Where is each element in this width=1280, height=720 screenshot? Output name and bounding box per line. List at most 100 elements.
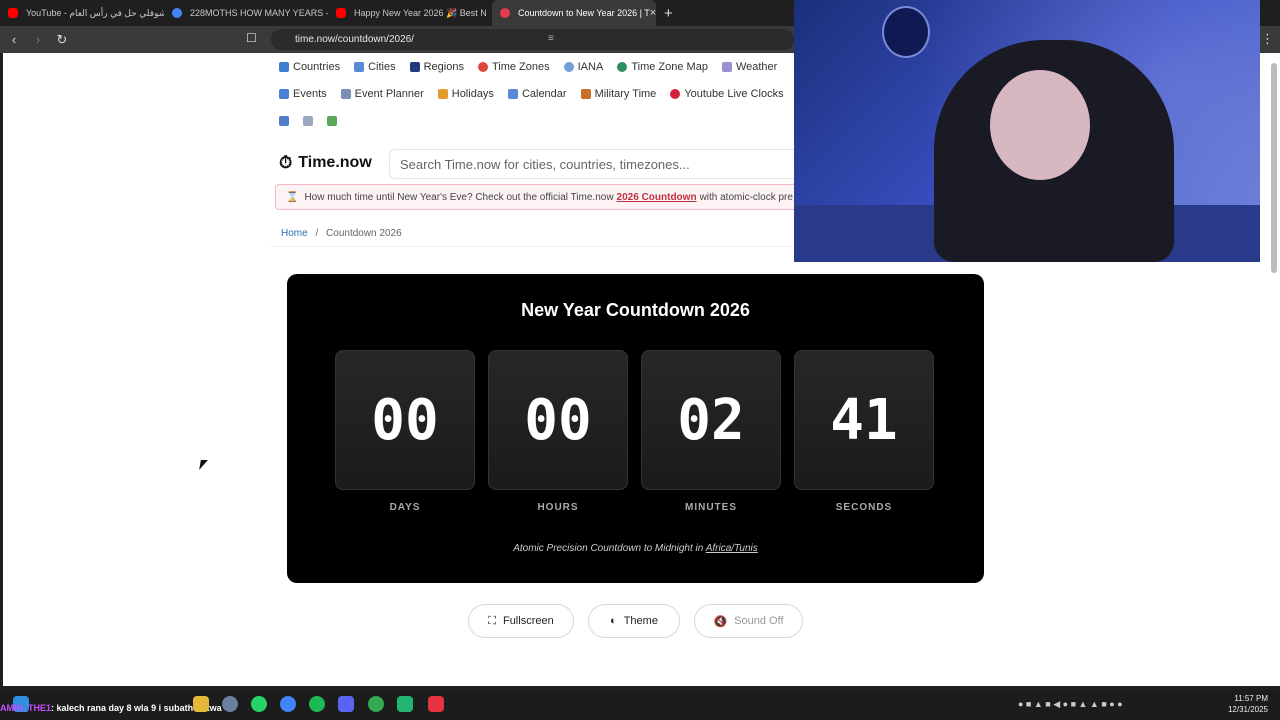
brand-logo[interactable]: ⏱ Time.now [279, 153, 372, 173]
site-nav: Countries Cities Regions Time Zones IANA… [271, 53, 801, 134]
fullscreen-label: Fullscreen [502, 615, 554, 627]
bookmark-icon[interactable]: ☐ [246, 31, 257, 45]
reload-icon[interactable]: ↻ [52, 32, 72, 48]
breadcrumb-current: Countdown 2026 [326, 228, 402, 239]
site-nav-row-3 [271, 107, 801, 134]
sound-button[interactable]: 🔇 Sound Off [694, 604, 803, 638]
nav-time-zone-map[interactable]: Time Zone Map [617, 61, 708, 73]
spotify-icon[interactable] [309, 696, 325, 712]
theme-label: Theme [623, 615, 658, 627]
note-text: Atomic Precision Countdown to Midnight i… [513, 543, 704, 554]
sound-label: Sound Off [734, 615, 784, 627]
tab-label: Happy New Year 2026 🎉 Best N [354, 7, 487, 18]
timezone-link[interactable]: Africa/Tunis [706, 543, 758, 554]
seconds-value: 41 [794, 350, 934, 490]
clock-time: 11:57 PM [1234, 694, 1268, 703]
widget-icon [279, 115, 289, 126]
minutes-label: MINUTES [685, 502, 737, 513]
file-explorer-icon[interactable] [193, 696, 209, 712]
google-icon [172, 8, 182, 18]
hours-value: 00 [488, 350, 628, 490]
breadcrumb-home[interactable]: Home [281, 228, 308, 239]
brand-name: Time.now [298, 154, 372, 171]
back-icon[interactable]: ‹ [4, 32, 24, 47]
search-input[interactable]: Search Time.now for cities, countries, t… [389, 149, 809, 179]
fullscreen-button[interactable]: ⛶ Fullscreen [468, 604, 574, 638]
nav-event-planner[interactable]: Event Planner [340, 88, 424, 100]
url-field[interactable]: ≡ time.now/countdown/2026/ [271, 29, 794, 50]
nav-regions[interactable]: Regions [409, 61, 464, 73]
banner-text: How much time until New Year's Eve? Chec… [304, 191, 614, 203]
search-placeholder: Search Time.now for cities, countries, t… [400, 156, 690, 172]
mute-icon: 🔇 [713, 615, 728, 628]
webcam-face [990, 70, 1090, 180]
nav-calendar[interactable]: Calendar [507, 88, 567, 100]
site-nav-row-2: Events Event Planner Holidays Calendar M… [271, 80, 801, 107]
chrome-icon[interactable] [280, 696, 296, 712]
nav-extra-2[interactable] [303, 115, 313, 126]
site-info-icon[interactable]: ≡ [548, 33, 554, 44]
countdown-title: New Year Countdown 2026 [521, 300, 750, 320]
close-tab-icon[interactable]: × [650, 7, 656, 19]
weather-icon [721, 61, 732, 72]
hourglass-icon: ⌛ [286, 191, 299, 203]
live-dot-icon [670, 88, 681, 99]
tab-youtube-1[interactable]: YouTube - شوفلي حل في رأس العام [0, 0, 164, 26]
youtube-icon [336, 8, 346, 18]
military-icon [580, 88, 591, 99]
tray-icons[interactable]: ● ■ ▲ ■ ◀ ● ■ ▲ ▲ ■ ● ● [1018, 699, 1123, 710]
youtube-icon [8, 8, 18, 18]
webcam-overlay [794, 0, 1260, 262]
forward-icon[interactable]: › [28, 32, 48, 47]
rocket-app-icon[interactable] [428, 696, 444, 712]
calendar-icon [279, 88, 289, 99]
days-label: DAYS [389, 502, 421, 513]
clock-date: 12/31/2025 [1227, 705, 1268, 714]
system-clock[interactable]: 11:57 PM 12/31/2025 [1228, 693, 1268, 715]
seconds-label: SECONDS [835, 502, 893, 513]
banner-link[interactable]: 2026 Countdown [617, 192, 697, 203]
stopwatch-icon: ⏱ [279, 153, 293, 172]
app-icon[interactable] [397, 696, 413, 712]
banner-text-tail: with atomic-clock pre [699, 191, 793, 203]
site-nav-row-1: Countries Cities Regions Time Zones IANA… [271, 53, 801, 80]
calendar-icon [507, 88, 518, 99]
tab-countdown[interactable]: Countdown to New Year 2026 | T × [492, 0, 656, 26]
chrome-alt-icon[interactable] [368, 696, 384, 712]
globe-icon [563, 61, 574, 72]
url-text: time.now/countdown/2026/ [295, 34, 414, 45]
hours-label: HOURS [537, 502, 579, 513]
tab-google[interactable]: 228MOTHS HOW MANY YEARS - تحـ [164, 0, 328, 26]
breadcrumb: Home / Countdown 2026 [281, 228, 402, 239]
document-icon [303, 115, 313, 126]
nav-cities[interactable]: Cities [354, 61, 396, 73]
nav-holidays[interactable]: Holidays [437, 88, 494, 100]
settings-icon[interactable] [222, 696, 238, 712]
fullscreen-icon: ⛶ [488, 614, 496, 627]
breadcrumb-separator: / [315, 228, 319, 239]
ticker-user: AMIN_THE1 [0, 703, 52, 713]
nav-youtube-live-clocks[interactable]: Youtube Live Clocks [670, 88, 784, 100]
divider [271, 246, 801, 247]
map-icon [279, 61, 289, 72]
nav-time-zones[interactable]: Time Zones [477, 61, 550, 73]
chart-icon [327, 115, 337, 126]
nav-extra-3[interactable] [327, 115, 337, 126]
nav-countries[interactable]: Countries [279, 61, 340, 73]
countdown-card: New Year Countdown 2026 00 DAYS 00 HOURS… [287, 274, 984, 583]
city-icon [354, 61, 365, 72]
whatsapp-icon[interactable] [251, 696, 267, 712]
page-scrollbar[interactable] [1268, 53, 1280, 686]
nav-iana[interactable]: IANA [563, 61, 603, 73]
browser-menu-icon[interactable]: ⋮ [1261, 31, 1274, 47]
planner-icon [340, 88, 351, 99]
theme-button[interactable]: ◐ Theme [588, 604, 680, 638]
nav-weather[interactable]: Weather [721, 61, 777, 73]
nav-events[interactable]: Events [279, 88, 327, 100]
tab-youtube-2[interactable]: Happy New Year 2026 🎉 Best N [328, 0, 492, 26]
nav-military-time[interactable]: Military Time [580, 88, 656, 100]
discord-icon[interactable] [338, 696, 354, 712]
new-tab-button[interactable]: + [664, 5, 673, 22]
scrollbar-thumb[interactable] [1271, 63, 1277, 273]
nav-extra-1[interactable] [279, 115, 289, 126]
